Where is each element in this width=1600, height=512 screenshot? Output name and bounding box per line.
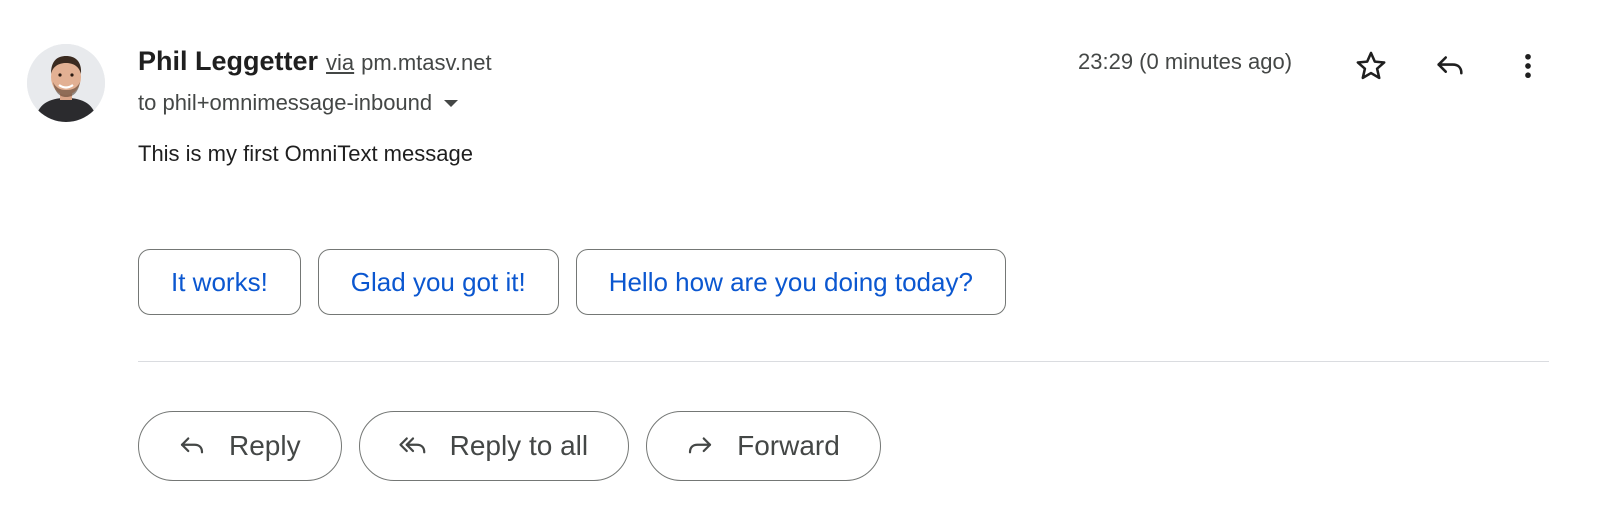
via-domain: pm.mtasv.net	[361, 50, 492, 75]
reply-button-label: Reply	[229, 430, 301, 461]
recipient-details-dropdown-icon[interactable]	[444, 99, 459, 107]
message-timestamp: 23:29 (0 minutes ago)	[1078, 49, 1293, 74]
divider	[138, 361, 1549, 362]
reply-all-button[interactable]: Reply to all	[358, 411, 630, 481]
more-options-button[interactable]	[1508, 46, 1548, 86]
forward-button-label: Forward	[737, 430, 840, 461]
reply-icon-button[interactable]	[1430, 46, 1470, 86]
sender-line: Phil Leggetter via pm.mtasv.net	[138, 46, 492, 80]
more-vert-icon	[1511, 49, 1545, 83]
forward-icon	[685, 431, 715, 461]
forward-button[interactable]: Forward	[646, 411, 881, 481]
recipient-line: to phil+omnimessage-inbound	[138, 88, 459, 118]
star-button[interactable]	[1351, 46, 1391, 86]
reply-icon	[177, 431, 207, 461]
sender-avatar[interactable]	[27, 44, 105, 122]
star-icon	[1354, 49, 1388, 83]
smart-reply-chip[interactable]: It works!	[138, 249, 301, 315]
reply-all-icon	[398, 431, 428, 461]
smart-reply-chip[interactable]: Glad you got it!	[317, 249, 559, 315]
reply-button[interactable]: Reply	[138, 411, 342, 481]
smart-reply-suggestions: It works! Glad you got it! Hello how are…	[138, 249, 1006, 315]
smart-reply-chip[interactable]: Hello how are you doing today?	[575, 249, 1006, 315]
sender-name[interactable]: Phil Leggetter	[138, 46, 318, 77]
via-link[interactable]: via	[326, 50, 354, 76]
reply-all-button-label: Reply to all	[449, 430, 589, 461]
message-actions: Reply Reply to all Forward	[138, 411, 881, 481]
recipient-text: to phil+omnimessage-inbound	[138, 90, 433, 115]
message-body: This is my first OmniText message	[138, 141, 473, 166]
reply-icon	[1433, 49, 1467, 83]
